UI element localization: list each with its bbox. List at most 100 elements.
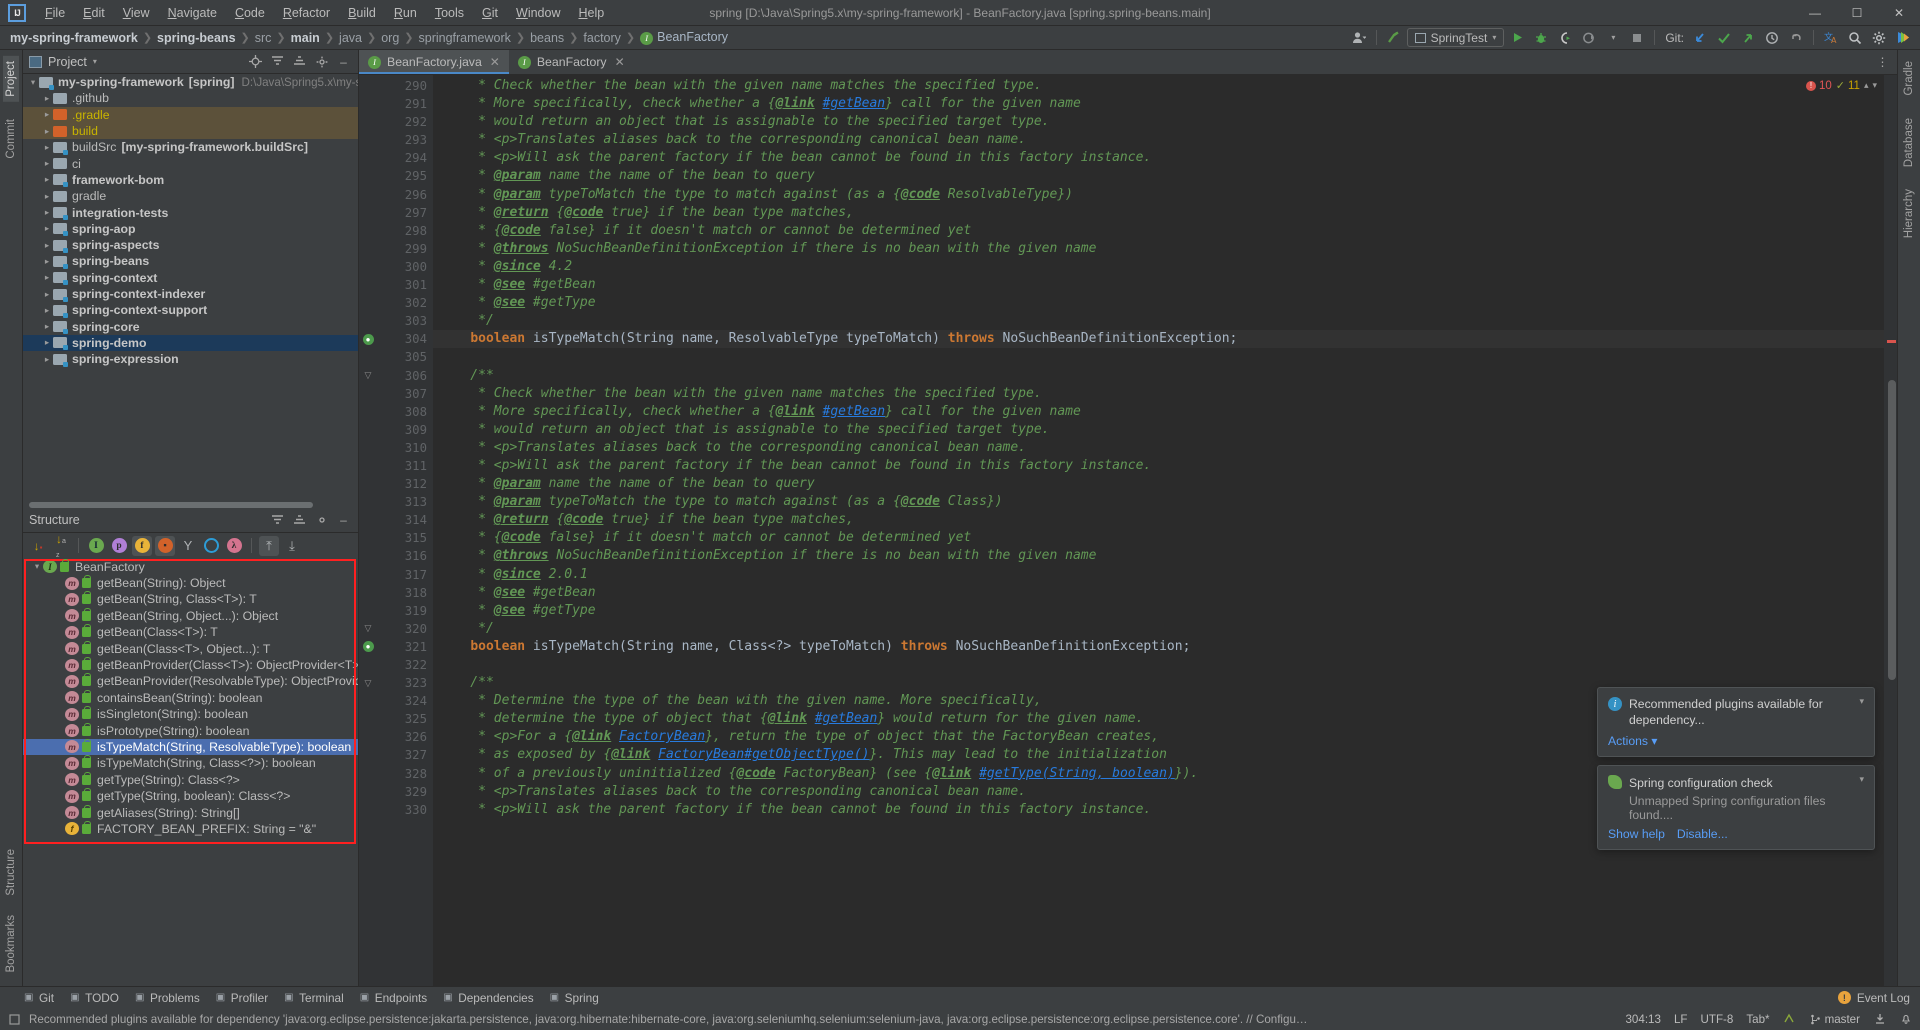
breadcrumb-item-factory[interactable]: factory xyxy=(579,30,625,46)
error-stripe-mark[interactable] xyxy=(1887,340,1896,343)
structure-tree-row[interactable]: m getType(String, boolean): Class<?> xyxy=(23,788,358,804)
structure-tree-row[interactable]: m isTypeMatch(String, Class<?>): boolean xyxy=(23,755,358,771)
chevron-right-icon[interactable] xyxy=(41,126,53,137)
stop-icon[interactable] xyxy=(1626,28,1648,48)
code-fold-icon[interactable]: ▽ xyxy=(365,623,372,634)
code-line[interactable]: * @return {@code true} if the bean type … xyxy=(433,511,1884,529)
code-line[interactable]: * @throws NoSuchBeanDefinitionException … xyxy=(433,240,1884,258)
bottom-tab-dependencies[interactable]: ▣ Dependencies xyxy=(443,991,533,1005)
collapse-all-icon[interactable] xyxy=(291,53,308,70)
git-rollback-icon[interactable] xyxy=(1785,28,1807,48)
show-anonymous-icon[interactable] xyxy=(201,536,221,556)
close-button[interactable]: ✕ xyxy=(1878,0,1920,26)
project-tree-row[interactable]: spring-core xyxy=(23,318,358,335)
menu-item-edit[interactable]: Edit xyxy=(74,3,114,23)
sidebar-item-gradle[interactable]: Gradle xyxy=(1901,56,1917,101)
chevron-right-icon[interactable] xyxy=(41,191,53,202)
code-line[interactable]: * would return an object that is assigna… xyxy=(433,421,1884,439)
sidebar-item-database[interactable]: Database xyxy=(1901,113,1917,172)
notification-show-help-link[interactable]: Show help xyxy=(1608,827,1665,841)
menu-item-code[interactable]: Code xyxy=(226,3,274,23)
git-update-icon[interactable] xyxy=(1689,28,1711,48)
chevron-down-icon[interactable]: ▾ xyxy=(1602,28,1624,48)
collapse-all-icon[interactable] xyxy=(291,512,308,529)
chevron-right-icon[interactable] xyxy=(41,321,53,332)
project-tree-row[interactable]: gradle xyxy=(23,188,358,204)
code-line[interactable]: * <p>Translates aliases back to the corr… xyxy=(433,131,1884,149)
code-line[interactable]: * {@code false} if it doesn't match or c… xyxy=(433,222,1884,240)
code-line[interactable]: * @param typeToMatch the type to match a… xyxy=(433,493,1884,511)
chevron-down-icon[interactable]: ▾ xyxy=(1859,774,1864,822)
breadcrumb-item-org[interactable]: org xyxy=(377,30,403,46)
sort-alphabetically-icon[interactable]: ↓a z xyxy=(51,532,71,559)
notification-recommended-plugins[interactable]: i Recommended plugins available for depe… xyxy=(1597,687,1875,757)
code-fold-icon[interactable]: ▽ xyxy=(365,370,372,381)
notification-disable-link[interactable]: Disable... xyxy=(1677,827,1728,841)
breadcrumb-item-src[interactable]: src xyxy=(251,30,276,46)
project-tree-row[interactable]: spring-aop xyxy=(23,221,358,237)
code-line[interactable] xyxy=(433,656,1884,674)
minimize-button[interactable]: — xyxy=(1794,0,1836,26)
code-line[interactable]: * {@code false} if it doesn't match or c… xyxy=(433,529,1884,547)
chevron-down-icon[interactable]: ▾ xyxy=(1872,80,1877,91)
chevron-down-icon[interactable]: ▾ xyxy=(1859,696,1864,729)
git-branch[interactable]: master xyxy=(1809,1013,1860,1026)
bottom-tab-terminal[interactable]: ▣ Terminal xyxy=(284,991,344,1005)
editor-gutter-icons[interactable]: ● ▽ ▽ ● ▽ xyxy=(359,75,377,986)
project-tree-row[interactable]: spring-context-indexer xyxy=(23,286,358,302)
gutter-mark[interactable]: ● xyxy=(359,330,377,348)
menu-item-refactor[interactable]: Refactor xyxy=(274,3,339,23)
structure-tree-row[interactable]: f FACTORY_BEAN_PREFIX: String = "&" xyxy=(23,820,358,837)
run-with-coverage-icon[interactable] xyxy=(1554,28,1576,48)
caret-position[interactable]: 304:13 xyxy=(1625,1013,1660,1026)
notifications-bell-icon[interactable] xyxy=(1899,1013,1912,1026)
structure-tree[interactable]: I BeanFactory m getBean(String): Object m get… xyxy=(23,558,358,986)
chevron-right-icon[interactable] xyxy=(41,289,53,300)
menu-item-git[interactable]: Git xyxy=(473,3,507,23)
project-tree-row[interactable]: buildSrc [my-spring-framework.buildSrc] xyxy=(23,139,358,155)
bottom-tab-todo[interactable]: ▣ TODO xyxy=(70,991,119,1005)
code-line[interactable]: */ xyxy=(433,312,1884,330)
editor-tab-beanfactory-java[interactable]: I BeanFactory.java ✕ xyxy=(359,50,509,74)
chevron-right-icon[interactable] xyxy=(41,240,53,251)
project-tree-row[interactable]: spring-expression xyxy=(23,351,358,367)
code-line[interactable]: */ xyxy=(433,620,1884,638)
code-line[interactable]: * @return {@code true} if the bean type … xyxy=(433,204,1884,222)
chevron-right-icon[interactable] xyxy=(41,142,53,153)
maximize-button[interactable]: ☐ xyxy=(1836,0,1878,26)
chevron-right-icon[interactable] xyxy=(41,354,53,365)
sidebar-item-project[interactable]: Project xyxy=(3,56,19,102)
code-line[interactable]: * <p>Will ask the parent factory if the … xyxy=(433,457,1884,475)
breadcrumb-item-springframework[interactable]: springframework xyxy=(415,30,515,46)
code-line[interactable]: * <p>Will ask the parent factory if the … xyxy=(433,149,1884,167)
notification-spring-config-check[interactable]: Spring configuration check Unmapped Spri… xyxy=(1597,765,1875,850)
git-commit-icon[interactable] xyxy=(1713,28,1735,48)
chevron-right-icon[interactable] xyxy=(41,93,53,104)
code-line[interactable] xyxy=(433,348,1884,366)
chevron-right-icon[interactable] xyxy=(41,223,53,234)
structure-tree-row[interactable]: m getBeanProvider(ResolvableType): Object… xyxy=(23,673,358,689)
structure-tree-row[interactable]: m getBean(String, Object...): Object xyxy=(23,607,358,624)
bottom-tab-endpoints[interactable]: ▣ Endpoints xyxy=(360,991,427,1005)
inspection-widget[interactable]: ! 10 ✓ 11 ▴ ▾ xyxy=(1805,79,1877,92)
structure-tree-row[interactable]: I BeanFactory xyxy=(23,558,358,575)
breadcrumb-item-spring-beans[interactable]: spring-beans xyxy=(153,30,240,46)
chevron-right-icon[interactable] xyxy=(41,337,53,348)
git-push-icon[interactable] xyxy=(1737,28,1759,48)
expand-all-icon[interactable]: ⤒ xyxy=(259,535,279,556)
run-icon[interactable] xyxy=(1506,28,1528,48)
code-line[interactable]: * Check whether the bean with the given … xyxy=(433,385,1884,403)
menu-item-view[interactable]: View xyxy=(114,3,159,23)
code-line[interactable]: /** xyxy=(433,367,1884,385)
code-line[interactable]: * @throws NoSuchBeanDefinitionException … xyxy=(433,547,1884,565)
code-line[interactable]: * @see #getBean xyxy=(433,584,1884,602)
sort-by-visibility-icon[interactable]: ↓▪ xyxy=(28,536,48,556)
close-icon[interactable]: ✕ xyxy=(615,55,625,69)
scrollbar-thumb[interactable] xyxy=(29,502,314,508)
structure-tree-row[interactable]: m isTypeMatch(String, ResolvableType): bo… xyxy=(23,738,358,756)
menu-item-build[interactable]: Build xyxy=(339,3,385,23)
bottom-tab-problems[interactable]: ▣ Problems xyxy=(135,991,200,1005)
settings-gear-icon[interactable] xyxy=(313,512,330,529)
chevron-right-icon[interactable] xyxy=(41,305,53,316)
project-tree-row[interactable]: framework-bom xyxy=(23,172,358,188)
